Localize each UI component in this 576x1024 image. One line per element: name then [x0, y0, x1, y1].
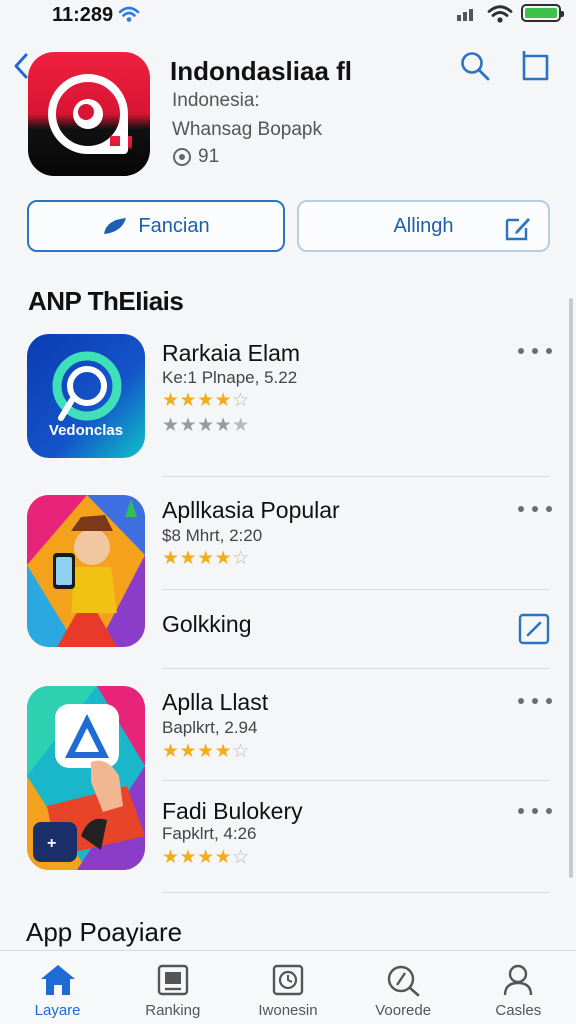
- app-item-title[interactable]: Rarkaia Elam: [162, 340, 300, 367]
- edit-icon[interactable]: [518, 613, 550, 645]
- section-title: ANP ThEIiais: [28, 286, 184, 316]
- tab-label: Ranking: [145, 1002, 201, 1019]
- app-developer: Whansag Bopapk: [172, 119, 322, 140]
- battery-icon: [521, 4, 564, 22]
- divider: [162, 668, 549, 669]
- tab-label: Casles: [495, 1002, 542, 1019]
- app-item-subtitle: Ke:1 Plnape, 5.22: [162, 368, 298, 387]
- primary-action-button[interactable]: Fancian: [27, 200, 285, 252]
- more-options-button[interactable]: [518, 804, 552, 818]
- wifi-icon: [118, 6, 140, 22]
- app-thumbnail[interactable]: +: [27, 686, 145, 870]
- person-icon: [504, 964, 533, 996]
- tab-bar: Layare Ranking Iwonesin Voorede Casles: [0, 950, 576, 1024]
- primary-action-label: Fancian: [138, 214, 210, 237]
- app-item-subtitle: $8 Mhrt, 2:20: [162, 526, 263, 545]
- divider: [162, 589, 549, 590]
- secondary-action-button[interactable]: Allingh: [297, 200, 550, 252]
- wifi-icon: [487, 5, 513, 23]
- star-rating: ★★★★☆: [162, 548, 250, 569]
- app-rating-value: 91: [198, 146, 220, 167]
- app-item-subtitle: Baplkrt, 2.94: [162, 718, 258, 737]
- star-rating: ★★★★☆: [162, 847, 250, 868]
- status-bar: 11:289: [0, 0, 576, 30]
- tab-voorede[interactable]: Voorede: [346, 951, 461, 1024]
- app-item-subtitle: Fapklrt, 4:26: [162, 824, 257, 843]
- divider: [162, 476, 549, 477]
- app-icon: [28, 52, 150, 176]
- app-thumbnail[interactable]: Vedonclas: [27, 334, 145, 458]
- tab-ranking[interactable]: Ranking: [115, 951, 230, 1024]
- app-item-title[interactable]: Aplla Llast: [162, 689, 268, 716]
- app-item-title[interactable]: Golkking: [162, 611, 251, 638]
- secondary-action-label: Allingh: [393, 214, 454, 237]
- rating-circle-icon: [173, 148, 191, 166]
- more-options-button[interactable]: [518, 694, 552, 708]
- tab-label: Iwonesin: [258, 1002, 318, 1019]
- status-time: 11:289: [52, 4, 114, 26]
- leaf-icon: [104, 218, 127, 234]
- app-subtitle: Indonesia:: [172, 90, 260, 111]
- section-title-bottom: App Poayiare: [26, 917, 183, 947]
- tab-home[interactable]: Layare: [0, 951, 115, 1024]
- divider: [162, 892, 549, 893]
- divider: [162, 780, 549, 781]
- more-options-button[interactable]: [518, 344, 552, 358]
- share-icon[interactable]: [519, 50, 553, 82]
- home-icon: [40, 965, 75, 995]
- tab-iwonesin[interactable]: Iwonesin: [230, 951, 345, 1024]
- star-rating: ★★★★☆: [162, 741, 250, 762]
- svg-text:+: +: [47, 835, 56, 852]
- app-thumbnail[interactable]: [27, 495, 145, 647]
- ranking-icon: [157, 964, 188, 996]
- signal-icon: [457, 9, 473, 21]
- tab-casles[interactable]: Casles: [461, 951, 576, 1024]
- thumbnail-text: Vedonclas: [49, 422, 123, 439]
- app-rating: 91: [172, 146, 219, 168]
- more-options-button[interactable]: [518, 502, 552, 516]
- star-rating: ★★★★☆: [162, 390, 250, 411]
- tab-label: Voorede: [375, 1002, 432, 1019]
- tab-label: Layare: [34, 1002, 81, 1019]
- scrollbar[interactable]: [569, 298, 573, 878]
- app-title: Indondasliaa fl: [170, 56, 353, 86]
- clock-icon: [272, 964, 304, 996]
- compass-search-icon: [387, 965, 420, 997]
- app-item-title[interactable]: Apllkasia Popular: [162, 497, 340, 524]
- star-rating-secondary: ★★★★★: [162, 415, 250, 436]
- app-item-title[interactable]: Fadi Bulokery: [162, 798, 303, 825]
- edit-icon: [505, 218, 530, 241]
- search-icon[interactable]: [459, 50, 491, 82]
